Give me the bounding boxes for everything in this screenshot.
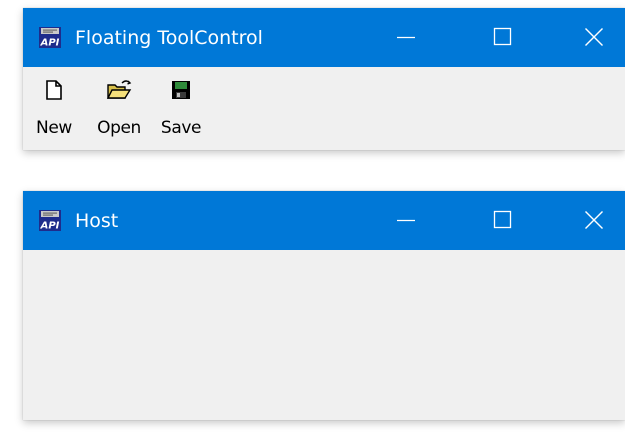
api-app-icon: API (39, 210, 61, 232)
window-titlebar[interactable]: API Floating ToolControl (23, 8, 625, 67)
minimize-button[interactable] (383, 191, 429, 250)
svg-text:API: API (40, 221, 60, 232)
maximize-button[interactable] (479, 191, 525, 250)
api-app-icon: API (39, 27, 61, 49)
maximize-icon (493, 27, 512, 46)
close-icon (585, 211, 603, 229)
floating-toolcontrol-window: API Floating ToolControl New Open Save (23, 8, 625, 150)
toolbar-open-button[interactable]: Open (92, 75, 146, 141)
maximize-button[interactable] (479, 8, 525, 67)
toolbar-save-button[interactable]: Save (157, 75, 205, 141)
window-title: Floating ToolControl (75, 27, 263, 49)
toolbar-open-label: Open (97, 118, 141, 138)
window-titlebar[interactable]: API Host (23, 191, 625, 250)
toolbar: New Open Save (23, 67, 625, 150)
host-window: API Host (23, 191, 625, 420)
save-floppy-icon (170, 79, 192, 106)
close-button[interactable] (571, 8, 617, 67)
toolbar-save-label: Save (160, 118, 202, 138)
host-client-area[interactable] (23, 250, 625, 420)
minimize-icon (397, 219, 415, 222)
minimize-button[interactable] (383, 8, 429, 67)
close-button[interactable] (571, 191, 617, 250)
svg-text:API: API (40, 38, 60, 49)
maximize-icon (493, 210, 512, 229)
toolbar-new-button[interactable]: New (30, 75, 78, 141)
close-icon (585, 28, 603, 46)
window-title: Host (75, 210, 119, 232)
minimize-icon (397, 36, 415, 39)
open-folder-icon (106, 79, 132, 106)
new-document-icon (43, 79, 65, 106)
toolbar-new-label: New (36, 118, 72, 138)
